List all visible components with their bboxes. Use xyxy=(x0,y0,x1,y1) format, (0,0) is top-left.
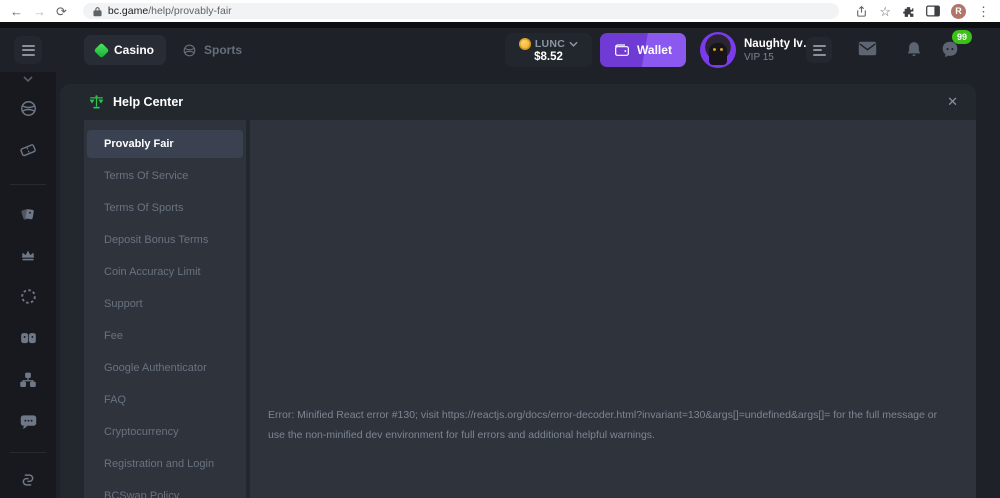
close-icon[interactable]: ✕ xyxy=(947,94,958,110)
bookmark-star-icon[interactable]: ☆ xyxy=(879,5,891,18)
dice-icon[interactable] xyxy=(16,326,40,350)
username: Naughty Iv… xyxy=(744,38,814,50)
help-center-header: Help Center ✕ xyxy=(60,84,976,120)
casino-label: Casino xyxy=(114,43,154,57)
menu-item-deposit-bonus-terms[interactable]: Deposit Bonus Terms xyxy=(87,226,243,254)
sports-ball-icon xyxy=(182,43,197,58)
screenshot-root: ← → ⟳ bc.game/help/provably-fair ☆ R ⋮ xyxy=(0,0,1000,498)
left-sidebar xyxy=(0,72,56,498)
lottery-ticket-icon[interactable] xyxy=(16,138,40,162)
menu-item-google-authenticator[interactable]: Google Authenticator xyxy=(87,354,243,382)
page-background: Help Center ✕ Provably Fair Terms Of Ser… xyxy=(56,72,1000,498)
sidebar-divider xyxy=(10,452,46,453)
side-panel-icon[interactable] xyxy=(926,5,940,17)
wallet-icon xyxy=(614,43,630,57)
browser-profile-avatar[interactable]: R xyxy=(951,4,966,19)
casino-diamond-icon xyxy=(94,42,110,58)
currency-code: LUNC xyxy=(535,38,565,50)
mail-icon[interactable] xyxy=(858,41,877,56)
share-icon[interactable] xyxy=(855,5,868,18)
url-text: bc.game/help/provably-fair xyxy=(108,5,232,17)
user-profile[interactable]: Naughty Iv… VIP 15 xyxy=(700,32,814,68)
vip-level: VIP 15 xyxy=(744,52,814,63)
swap-icon[interactable] xyxy=(16,468,40,492)
top-navbar: Casino Sports LUNC $8.52 Wallet xyxy=(0,28,1000,72)
browser-reload-icon[interactable]: ⟳ xyxy=(56,5,67,18)
currency-selector[interactable]: LUNC $8.52 xyxy=(505,33,592,67)
network-icon[interactable] xyxy=(16,368,40,392)
address-bar[interactable]: bc.game/help/provably-fair xyxy=(83,3,839,19)
chevron-down-icon[interactable] xyxy=(16,67,40,91)
hamburger-icon xyxy=(22,45,35,56)
list-lines-icon xyxy=(813,45,826,56)
react-error-message: Error: Minified React error #130; visit … xyxy=(268,405,944,445)
menu-item-cryptocurrency[interactable]: Cryptocurrency xyxy=(87,418,243,446)
lock-icon xyxy=(93,6,102,17)
sports-label: Sports xyxy=(204,43,242,57)
user-avatar[interactable] xyxy=(700,32,736,68)
wallet-button[interactable]: Wallet xyxy=(600,33,686,67)
vip-crown-icon[interactable] xyxy=(16,243,40,267)
help-center-body: Provably Fair Terms Of Service Terms Of … xyxy=(84,120,976,498)
chevron-down-icon xyxy=(569,41,578,47)
wallet-label: Wallet xyxy=(637,43,672,57)
menu-item-coin-accuracy-limit[interactable]: Coin Accuracy Limit xyxy=(87,258,243,286)
menu-item-provably-fair[interactable]: Provably Fair xyxy=(87,130,243,158)
menu-item-faq[interactable]: FAQ xyxy=(87,386,243,414)
menu-item-terms-of-service[interactable]: Terms Of Service xyxy=(87,162,243,190)
menu-item-registration-and-login[interactable]: Registration and Login xyxy=(87,450,243,478)
help-center-title: Help Center xyxy=(113,95,183,109)
bonus-wheel-icon[interactable] xyxy=(16,284,40,308)
chat-unread-badge: 99 xyxy=(952,30,972,44)
help-menu: Provably Fair Terms Of Service Terms Of … xyxy=(84,120,246,498)
promotions-tags-icon[interactable] xyxy=(16,201,40,225)
preferences-button[interactable] xyxy=(806,37,832,63)
browser-back-icon[interactable]: ← xyxy=(10,5,23,18)
help-content-panel: Error: Minified React error #130; visit … xyxy=(250,120,976,498)
sidebar-toggle-button[interactable] xyxy=(14,36,42,64)
coin-icon xyxy=(519,38,531,50)
browser-forward-icon[interactable]: → xyxy=(33,5,46,18)
url-path: /help/provably-fair xyxy=(148,5,231,17)
help-center-modal: Help Center ✕ Provably Fair Terms Of Ser… xyxy=(60,84,976,498)
menu-item-support[interactable]: Support xyxy=(87,290,243,318)
support-chat-icon[interactable] xyxy=(16,409,40,433)
tab-sports[interactable]: Sports xyxy=(170,35,254,65)
menu-item-bcswap-policy[interactable]: BCSwap Policy xyxy=(87,482,243,498)
sidebar-divider xyxy=(10,184,46,185)
currency-amount: $8.52 xyxy=(534,51,563,63)
menu-item-terms-of-sports[interactable]: Terms Of Sports xyxy=(87,194,243,222)
notifications-bell-icon[interactable] xyxy=(906,41,922,58)
url-domain: bc.game xyxy=(108,5,148,17)
scales-icon xyxy=(88,94,105,111)
browser-menu-kebab-icon[interactable]: ⋮ xyxy=(977,5,990,18)
sports-ball-icon[interactable] xyxy=(16,96,40,120)
extensions-puzzle-icon[interactable] xyxy=(902,5,915,18)
tab-casino[interactable]: Casino xyxy=(84,35,166,65)
menu-item-fee[interactable]: Fee xyxy=(87,322,243,350)
browser-chrome: ← → ⟳ bc.game/help/provably-fair ☆ R ⋮ xyxy=(0,0,1000,22)
